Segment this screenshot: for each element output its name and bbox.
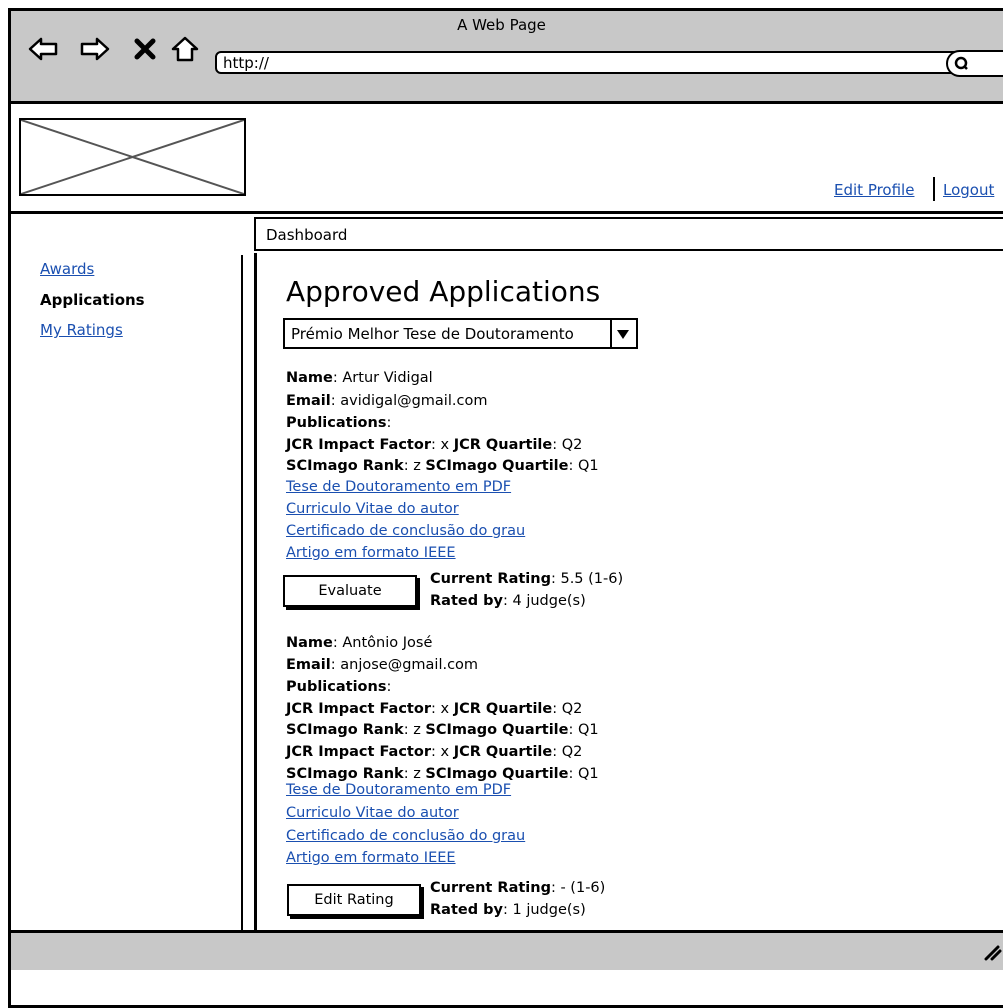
page-title: Approved Applications — [286, 275, 601, 308]
publication-metric: SCImago Rank: z SCImago Quartile: Q1 — [286, 722, 599, 738]
thesis-pdf-link[interactable]: Tese de Doutoramento em PDF — [286, 782, 511, 798]
article-link[interactable]: Artigo em formato IEEE — [286, 850, 456, 866]
forward-icon[interactable] — [80, 36, 110, 62]
award-select-value: Prémio Melhor Tese de Doutoramento — [291, 325, 574, 343]
content-divider — [254, 253, 257, 933]
breadcrumb-dashboard[interactable]: Dashboard — [266, 226, 347, 244]
applicant-name: Name: Artur Vidigal — [286, 370, 433, 386]
current-rating: Current Rating: 5.5 (1-6) — [430, 571, 624, 587]
applicant-email: Email: avidigal@gmail.com — [286, 393, 488, 409]
chrome-divider — [10, 101, 1003, 104]
logo-placeholder — [19, 118, 246, 196]
url-field[interactable]: http:// — [215, 51, 995, 74]
search-icon — [954, 56, 968, 70]
window-title: A Web Page — [457, 16, 546, 34]
back-icon[interactable] — [28, 36, 58, 62]
publication-metric: JCR Impact Factor: x JCR Quartile: Q2 — [286, 701, 583, 717]
thesis-pdf-link[interactable]: Tese de Doutoramento em PDF — [286, 479, 511, 495]
publication-metric: JCR Impact Factor: x JCR Quartile: Q2 — [286, 744, 583, 760]
home-icon[interactable] — [170, 36, 200, 62]
publication-metric: SCImago Rank: z SCImago Quartile: Q1 — [286, 458, 599, 474]
breadcrumb: Dashboard — [254, 217, 1003, 251]
logout-link[interactable]: Logout — [943, 181, 994, 199]
current-rating: Current Rating: - (1-6) — [430, 880, 606, 896]
rated-by: Rated by: 4 judge(s) — [430, 593, 586, 609]
applicant-name: Name: Antônio José — [286, 635, 433, 651]
cv-link[interactable]: Curriculo Vitae do autor — [286, 805, 459, 821]
resize-grip-icon[interactable] — [982, 941, 1002, 961]
url-text: http:// — [223, 54, 269, 72]
publications-label: Publications: — [286, 415, 392, 431]
image-placeholder-icon — [21, 120, 244, 194]
sidebar-item-awards[interactable]: Awards — [40, 260, 94, 278]
publication-metric: JCR Impact Factor: x JCR Quartile: Q2 — [286, 437, 583, 453]
sidebar-item-my-ratings[interactable]: My Ratings — [40, 321, 123, 339]
stop-icon[interactable] — [134, 36, 158, 62]
edit-rating-button[interactable]: Edit Rating — [287, 884, 421, 916]
header-separator — [933, 177, 935, 201]
certificate-link[interactable]: Certificado de conclusão do grau — [286, 828, 525, 844]
edit-profile-link[interactable]: Edit Profile — [834, 181, 914, 199]
rated-by: Rated by: 1 judge(s) — [430, 902, 586, 918]
article-link[interactable]: Artigo em formato IEEE — [286, 545, 456, 561]
header-divider — [10, 211, 1003, 214]
cv-link[interactable]: Curriculo Vitae do autor — [286, 501, 459, 517]
evaluate-button[interactable]: Evaluate — [283, 575, 417, 607]
publications-label: Publications: — [286, 679, 392, 695]
sidebar-divider — [241, 255, 243, 935]
status-bar — [10, 930, 1003, 970]
chevron-down-icon — [617, 330, 629, 339]
dropdown-button[interactable] — [610, 320, 636, 347]
applicant-email: Email: anjose@gmail.com — [286, 657, 479, 673]
publication-metric: SCImago Rank: z SCImago Quartile: Q1 — [286, 766, 599, 782]
certificate-link[interactable]: Certificado de conclusão do grau — [286, 523, 525, 539]
award-select[interactable]: Prémio Melhor Tese de Doutoramento — [283, 318, 638, 349]
search-button[interactable] — [946, 50, 1003, 77]
sidebar-item-applications[interactable]: Applications — [40, 291, 145, 309]
